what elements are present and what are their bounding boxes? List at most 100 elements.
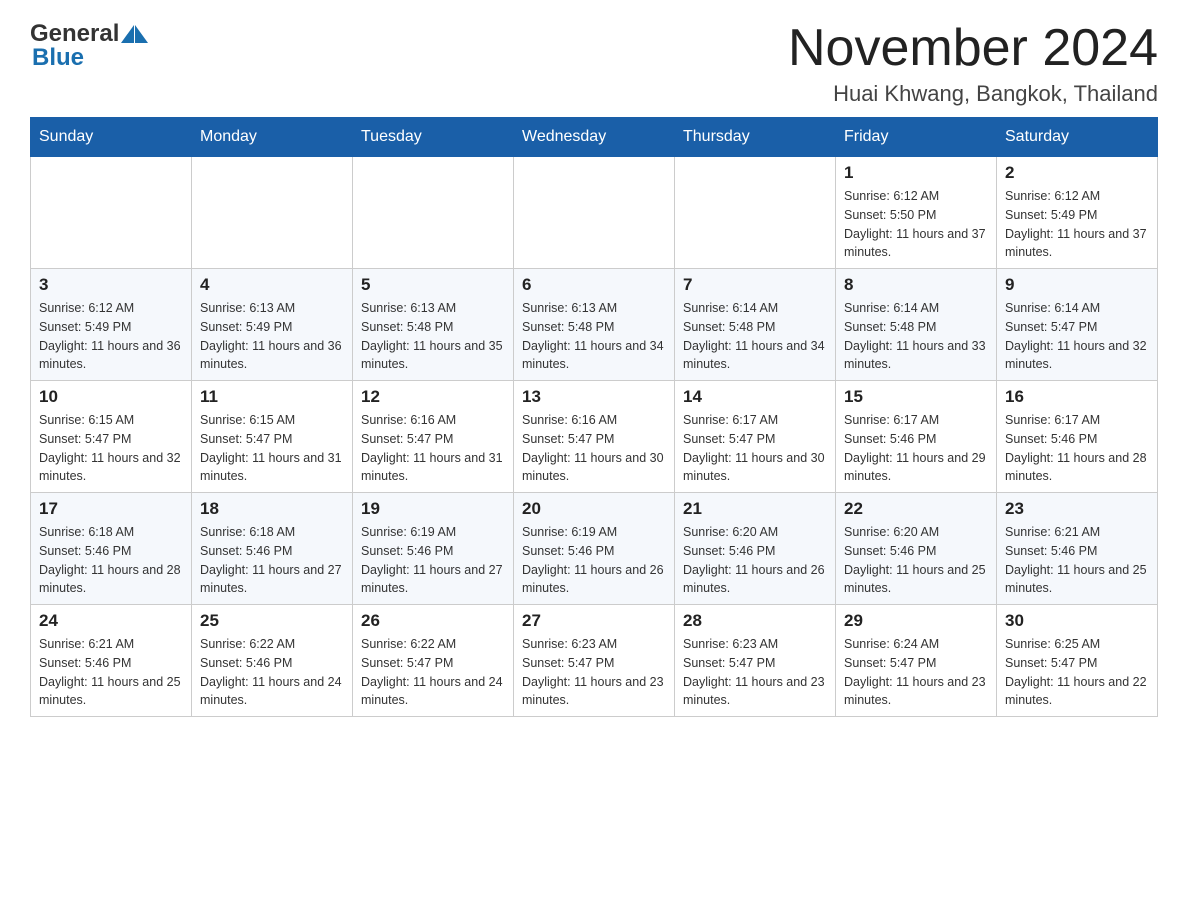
day-number: 16	[1005, 387, 1149, 407]
calendar-table: SundayMondayTuesdayWednesdayThursdayFrid…	[30, 117, 1158, 717]
calendar-week-3: 10 Sunrise: 6:15 AMSunset: 5:47 PMDayligh…	[31, 381, 1158, 493]
calendar-header-row: SundayMondayTuesdayWednesdayThursdayFrid…	[31, 118, 1158, 157]
day-info: Sunrise: 6:12 AMSunset: 5:49 PMDaylight:…	[39, 299, 183, 374]
day-info: Sunrise: 6:23 AMSunset: 5:47 PMDaylight:…	[522, 635, 666, 710]
day-number: 4	[200, 275, 344, 295]
calendar-cell: 1 Sunrise: 6:12 AMSunset: 5:50 PMDaylight…	[836, 157, 997, 269]
calendar-cell: 6Sunrise: 6:13 AMSunset: 5:48 PMDaylight…	[514, 269, 675, 381]
day-info: Sunrise: 6:25 AMSunset: 5:47 PMDaylight:…	[1005, 635, 1149, 710]
day-info: Sunrise: 6:22 AMSunset: 5:46 PMDaylight:…	[200, 635, 344, 710]
calendar-cell	[192, 157, 353, 269]
calendar-week-4: 17 Sunrise: 6:18 AMSunset: 5:46 PMDayligh…	[31, 493, 1158, 605]
calendar-cell: 30 Sunrise: 6:25 AMSunset: 5:47 PMDayligh…	[997, 605, 1158, 717]
day-info: Sunrise: 6:13 AMSunset: 5:49 PMDaylight:…	[200, 299, 344, 374]
day-info: Sunrise: 6:18 AMSunset: 5:46 PMDaylight:…	[39, 523, 183, 598]
day-number: 26	[361, 611, 505, 631]
day-info: Sunrise: 6:13 AMSunset: 5:48 PMDaylight:…	[361, 299, 505, 374]
calendar-cell: 18 Sunrise: 6:18 AMSunset: 5:46 PMDayligh…	[192, 493, 353, 605]
day-number: 18	[200, 499, 344, 519]
calendar-cell: 28 Sunrise: 6:23 AMSunset: 5:47 PMDayligh…	[675, 605, 836, 717]
weekday-header-friday: Friday	[836, 118, 997, 157]
calendar-cell: 10 Sunrise: 6:15 AMSunset: 5:47 PMDayligh…	[31, 381, 192, 493]
day-number: 30	[1005, 611, 1149, 631]
day-number: 21	[683, 499, 827, 519]
logo-blue-text: Blue	[32, 44, 84, 72]
day-info: Sunrise: 6:22 AMSunset: 5:47 PMDaylight:…	[361, 635, 505, 710]
weekday-header-monday: Monday	[192, 118, 353, 157]
day-info: Sunrise: 6:20 AMSunset: 5:46 PMDaylight:…	[683, 523, 827, 598]
weekday-header-tuesday: Tuesday	[353, 118, 514, 157]
day-number: 28	[683, 611, 827, 631]
weekday-header-wednesday: Wednesday	[514, 118, 675, 157]
weekday-header-thursday: Thursday	[675, 118, 836, 157]
day-number: 22	[844, 499, 988, 519]
calendar-cell: 15 Sunrise: 6:17 AMSunset: 5:46 PMDayligh…	[836, 381, 997, 493]
day-number: 2	[1005, 163, 1149, 183]
day-info: Sunrise: 6:19 AMSunset: 5:46 PMDaylight:…	[361, 523, 505, 598]
day-info: Sunrise: 6:15 AMSunset: 5:47 PMDaylight:…	[39, 411, 183, 486]
day-number: 24	[39, 611, 183, 631]
day-info: Sunrise: 6:16 AMSunset: 5:47 PMDaylight:…	[361, 411, 505, 486]
calendar-cell: 23 Sunrise: 6:21 AMSunset: 5:46 PMDayligh…	[997, 493, 1158, 605]
weekday-header-saturday: Saturday	[997, 118, 1158, 157]
calendar-cell: 21 Sunrise: 6:20 AMSunset: 5:46 PMDayligh…	[675, 493, 836, 605]
calendar-cell: 5Sunrise: 6:13 AMSunset: 5:48 PMDaylight…	[353, 269, 514, 381]
day-info: Sunrise: 6:12 AMSunset: 5:50 PMDaylight:…	[844, 187, 988, 262]
day-number: 29	[844, 611, 988, 631]
calendar-cell: 19Sunrise: 6:19 AMSunset: 5:46 PMDayligh…	[353, 493, 514, 605]
day-number: 15	[844, 387, 988, 407]
day-info: Sunrise: 6:17 AMSunset: 5:46 PMDaylight:…	[844, 411, 988, 486]
calendar-cell: 29 Sunrise: 6:24 AMSunset: 5:47 PMDayligh…	[836, 605, 997, 717]
calendar-cell: 26 Sunrise: 6:22 AMSunset: 5:47 PMDayligh…	[353, 605, 514, 717]
logo: General Blue	[30, 20, 148, 72]
calendar-cell: 12 Sunrise: 6:16 AMSunset: 5:47 PMDayligh…	[353, 381, 514, 493]
calendar-cell: 13 Sunrise: 6:16 AMSunset: 5:47 PMDayligh…	[514, 381, 675, 493]
day-number: 1	[844, 163, 988, 183]
day-info: Sunrise: 6:18 AMSunset: 5:46 PMDaylight:…	[200, 523, 344, 598]
day-number: 12	[361, 387, 505, 407]
day-number: 14	[683, 387, 827, 407]
calendar-cell: 8 Sunrise: 6:14 AMSunset: 5:48 PMDaylight…	[836, 269, 997, 381]
day-number: 3	[39, 275, 183, 295]
day-number: 23	[1005, 499, 1149, 519]
calendar-cell	[514, 157, 675, 269]
day-info: Sunrise: 6:17 AMSunset: 5:47 PMDaylight:…	[683, 411, 827, 486]
day-info: Sunrise: 6:21 AMSunset: 5:46 PMDaylight:…	[1005, 523, 1149, 598]
day-info: Sunrise: 6:23 AMSunset: 5:47 PMDaylight:…	[683, 635, 827, 710]
location-subtitle: Huai Khwang, Bangkok, Thailand	[788, 81, 1158, 107]
calendar-cell: 16 Sunrise: 6:17 AMSunset: 5:46 PMDayligh…	[997, 381, 1158, 493]
day-info: Sunrise: 6:14 AMSunset: 5:47 PMDaylight:…	[1005, 299, 1149, 374]
calendar-week-1: 1 Sunrise: 6:12 AMSunset: 5:50 PMDaylight…	[31, 157, 1158, 269]
day-number: 8	[844, 275, 988, 295]
day-number: 13	[522, 387, 666, 407]
day-number: 10	[39, 387, 183, 407]
calendar-week-5: 24 Sunrise: 6:21 AMSunset: 5:46 PMDayligh…	[31, 605, 1158, 717]
day-number: 27	[522, 611, 666, 631]
calendar-cell: 9 Sunrise: 6:14 AMSunset: 5:47 PMDaylight…	[997, 269, 1158, 381]
day-number: 20	[522, 499, 666, 519]
day-info: Sunrise: 6:17 AMSunset: 5:46 PMDaylight:…	[1005, 411, 1149, 486]
day-number: 6	[522, 275, 666, 295]
calendar-cell: 25 Sunrise: 6:22 AMSunset: 5:46 PMDayligh…	[192, 605, 353, 717]
calendar-cell: 17 Sunrise: 6:18 AMSunset: 5:46 PMDayligh…	[31, 493, 192, 605]
day-number: 9	[1005, 275, 1149, 295]
calendar-cell: 22 Sunrise: 6:20 AMSunset: 5:46 PMDayligh…	[836, 493, 997, 605]
month-title: November 2024	[788, 20, 1158, 77]
day-info: Sunrise: 6:24 AMSunset: 5:47 PMDaylight:…	[844, 635, 988, 710]
day-info: Sunrise: 6:14 AMSunset: 5:48 PMDaylight:…	[683, 299, 827, 374]
day-info: Sunrise: 6:14 AMSunset: 5:48 PMDaylight:…	[844, 299, 988, 374]
day-info: Sunrise: 6:12 AMSunset: 5:49 PMDaylight:…	[1005, 187, 1149, 262]
title-block: November 2024 Huai Khwang, Bangkok, Thai…	[788, 20, 1158, 107]
day-info: Sunrise: 6:20 AMSunset: 5:46 PMDaylight:…	[844, 523, 988, 598]
day-number: 17	[39, 499, 183, 519]
calendar-cell: 20 Sunrise: 6:19 AMSunset: 5:46 PMDayligh…	[514, 493, 675, 605]
day-info: Sunrise: 6:21 AMSunset: 5:46 PMDaylight:…	[39, 635, 183, 710]
calendar-cell: 11Sunrise: 6:15 AMSunset: 5:47 PMDayligh…	[192, 381, 353, 493]
day-info: Sunrise: 6:15 AMSunset: 5:47 PMDaylight:…	[200, 411, 344, 486]
day-info: Sunrise: 6:19 AMSunset: 5:46 PMDaylight:…	[522, 523, 666, 598]
day-number: 25	[200, 611, 344, 631]
calendar-cell: 2 Sunrise: 6:12 AMSunset: 5:49 PMDaylight…	[997, 157, 1158, 269]
calendar-cell	[353, 157, 514, 269]
calendar-cell	[675, 157, 836, 269]
day-info: Sunrise: 6:16 AMSunset: 5:47 PMDaylight:…	[522, 411, 666, 486]
